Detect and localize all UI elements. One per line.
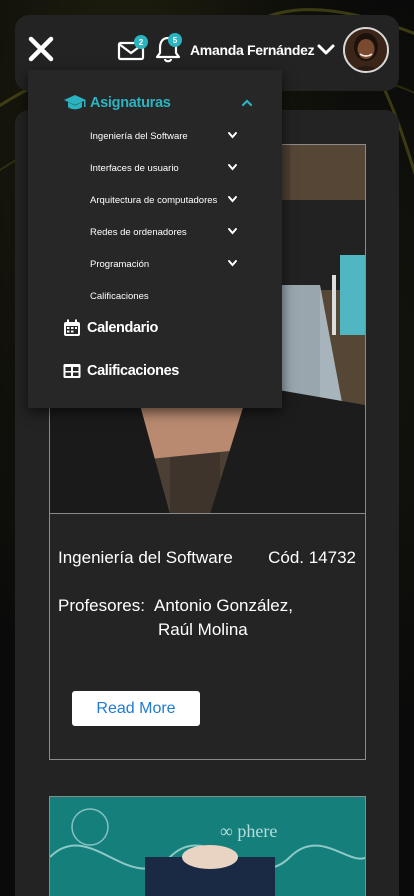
menu-item-calendario[interactable]: Calendario — [63, 317, 158, 339]
grid-table-icon — [63, 364, 81, 378]
menu-item-label: Calendario — [87, 320, 158, 336]
read-more-button[interactable]: Read More — [72, 691, 200, 726]
submenu-item-redes[interactable]: Redes de ordenadores — [90, 223, 240, 241]
chevron-down-icon — [228, 164, 237, 171]
close-icon — [28, 36, 54, 62]
chevron-down-icon — [228, 196, 237, 203]
chevron-down-icon — [228, 260, 237, 267]
close-menu-button[interactable] — [27, 35, 55, 63]
messages-badge: 2 — [134, 35, 148, 49]
user-photo — [345, 29, 387, 71]
user-name[interactable]: Amanda Fernández — [190, 42, 315, 58]
calendar-icon — [64, 319, 80, 336]
notifications-badge: 5 — [168, 33, 182, 47]
menu-item-calificaciones[interactable]: Calificaciones — [63, 360, 179, 382]
professor-name: Raúl Molina — [158, 620, 248, 639]
chevron-up-icon — [241, 99, 253, 107]
navigation-menu: Asignaturas Ingeniería del Software Inte… — [28, 70, 282, 408]
professor-name: Antonio González, — [154, 596, 293, 615]
course-card: ∞ phere — [49, 796, 366, 896]
submenu-item-arquitectura[interactable]: Arquitectura de computadores — [90, 191, 240, 209]
submenu-item-label: Programación — [90, 258, 150, 270]
svg-text:∞ phere: ∞ phere — [220, 821, 277, 841]
menu-section-asignaturas[interactable]: Asignaturas — [63, 93, 263, 113]
menu-item-label: Calificaciones — [87, 363, 179, 379]
submenu-item-interfaces[interactable]: Interfaces de usuario — [90, 159, 240, 177]
professors-label: Profesores: — [58, 596, 145, 615]
submenu-item-programacion[interactable]: Programación — [90, 255, 240, 273]
submenu-item-label: Arquitectura de computadores — [90, 194, 218, 206]
avatar[interactable] — [343, 27, 389, 73]
course-image: ∞ phere — [50, 797, 365, 896]
submenu-item-label: Calificaciones — [90, 290, 149, 302]
chevron-down-icon — [228, 132, 237, 139]
graduation-cap-icon — [64, 95, 86, 110]
menu-section-label: Asignaturas — [90, 95, 171, 111]
user-menu-toggle[interactable] — [316, 43, 336, 57]
submenu-item-label: Redes de ordenadores — [90, 226, 187, 238]
course-title: Ingeniería del Software — [58, 548, 233, 567]
submenu-item-label: Interfaces de usuario — [90, 162, 179, 174]
submenu-item-ingenieria-software[interactable]: Ingeniería del Software — [90, 127, 240, 145]
chevron-down-icon — [228, 228, 237, 235]
submenu-item-calificaciones[interactable]: Calificaciones — [90, 287, 240, 305]
course-code: Cód. 14732 — [268, 548, 356, 567]
submenu-item-label: Ingeniería del Software — [90, 130, 188, 142]
chevron-down-icon — [317, 44, 335, 55]
